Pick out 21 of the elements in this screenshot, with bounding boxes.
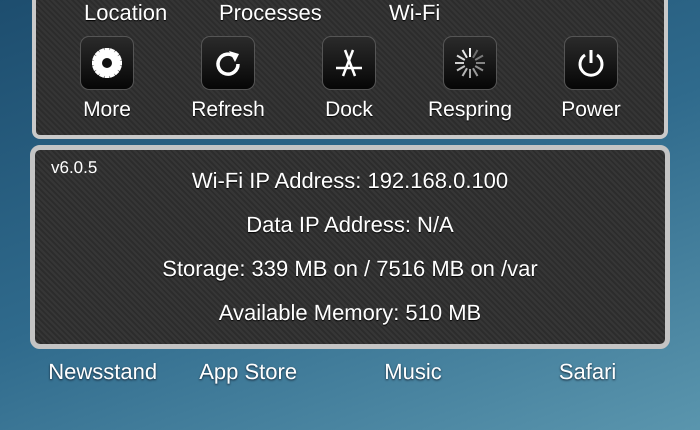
spinner-icon xyxy=(454,47,486,79)
shortcut-button[interactable]: Dock xyxy=(294,36,404,122)
info-text: Data IP Address: N/A xyxy=(246,211,454,239)
shortcut-button[interactable]: Power xyxy=(536,36,646,122)
version-label: v6.0.5 xyxy=(51,158,98,178)
info-text: Available Memory: 510 MB xyxy=(218,299,482,327)
gear-icon xyxy=(90,46,124,80)
toggle-label[interactable]: Location xyxy=(84,0,219,26)
app-store-icon xyxy=(333,48,365,78)
toggle-label[interactable]: Wi-Fi xyxy=(354,0,524,26)
app-label[interactable]: Newsstand xyxy=(30,359,176,385)
app-label[interactable]: Music xyxy=(320,359,506,385)
power-icon xyxy=(576,48,606,78)
shortcut-button[interactable]: More xyxy=(52,36,162,122)
info-text: Storage: 339 MB on / 7516 MB on /var xyxy=(162,255,538,283)
shortcut-button[interactable]: Refresh xyxy=(173,36,283,122)
app-label[interactable]: App Store xyxy=(175,359,321,385)
app-label[interactable]: Safari xyxy=(505,359,670,385)
info-text: Wi-Fi IP Address: 192.168.0.100 xyxy=(192,167,508,195)
shortcut-button[interactable]: Respring xyxy=(415,36,525,122)
toggle-label[interactable]: Processes xyxy=(219,0,354,26)
